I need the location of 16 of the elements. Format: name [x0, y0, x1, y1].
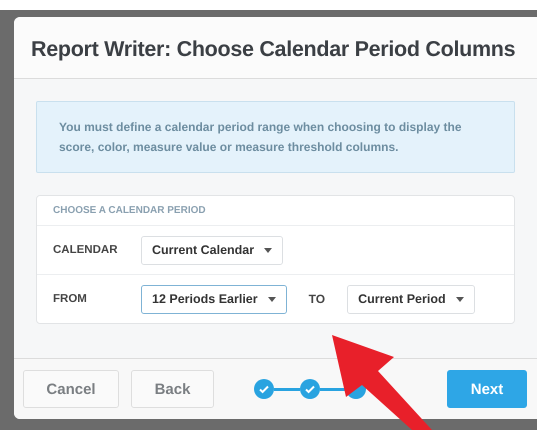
- info-message: You must define a calendar period range when choosing to display the score, color, measure value or measure threshold columns.: [36, 101, 515, 173]
- range-connector: TO: [308, 292, 326, 306]
- field-label: CALENDAR: [53, 244, 119, 256]
- caret-icon: [264, 248, 272, 252]
- cancel-button[interactable]: Cancel: [23, 370, 119, 408]
- caret-icon: [456, 296, 464, 302]
- dropdown[interactable]: 12 Periods Earlier: [141, 284, 287, 314]
- caret-icon: [268, 296, 276, 302]
- dialog-title: Report Writer: Choose Calendar Period Columns: [31, 37, 516, 62]
- dropdown[interactable]: Current Calendar: [141, 236, 284, 264]
- dropdown[interactable]: Current Period: [347, 284, 475, 314]
- back-button[interactable]: Back: [131, 370, 214, 408]
- panel-heading: CHOOSE A CALENDAR PERIOD: [37, 196, 514, 226]
- field-label: FROM: [53, 293, 88, 305]
- step-connector: [320, 388, 346, 390]
- step-connector: [274, 388, 300, 390]
